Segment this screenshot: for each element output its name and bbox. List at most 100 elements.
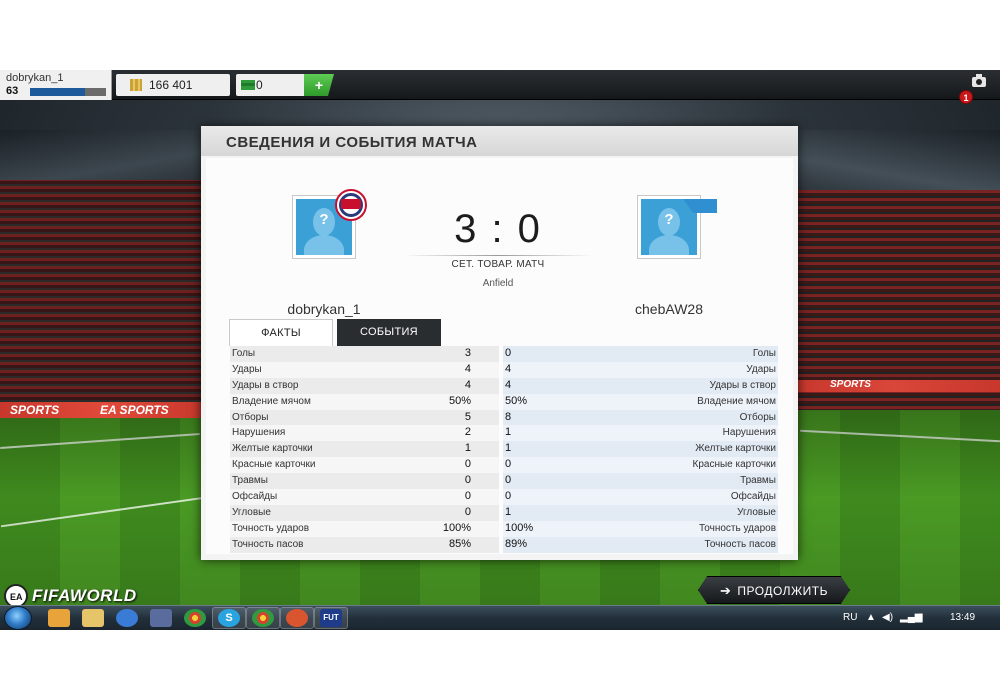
add-points-button[interactable]: +	[304, 74, 334, 96]
ad-text: SPORTS	[10, 403, 60, 417]
stat-label-home: Желтые карточки	[232, 443, 313, 455]
stat-value-away: 0	[505, 474, 512, 487]
stat-label-home: Красные карточки	[232, 459, 316, 471]
taskbar-skype[interactable]: S	[212, 607, 246, 629]
taskbar-app[interactable]	[280, 607, 314, 629]
stat-label-home: Угловые	[232, 506, 271, 518]
stat-label-away: Красные карточки	[692, 459, 776, 471]
stat-label-home: Отборы	[232, 411, 269, 423]
match-details-panel: СВЕДЕНИЯ И СОБЫТИЯ МАТЧА ? dobrykan_1 3 …	[201, 126, 798, 560]
stat-value-away: 0	[505, 347, 512, 359]
stat-label-home: Точность ударов	[232, 522, 310, 534]
stats-row: Отборы 5 8 Отборы	[230, 409, 778, 426]
start-button-icon[interactable]	[4, 606, 32, 630]
chrome-icon[interactable]	[184, 609, 206, 627]
player-name: dobrykan_1	[6, 72, 64, 84]
stat-label-away: Точность ударов	[698, 522, 776, 534]
stats-row: Офсайды 0 0 Офсайды	[230, 489, 778, 505]
stat-label-home: Нарушения	[232, 427, 286, 439]
stats-row: Удары в створ 4 4 Удары в створ	[230, 377, 778, 394]
taskbar-fut[interactable]: FUT	[314, 607, 348, 629]
stat-value-home: 100%	[442, 521, 471, 534]
volume-icon[interactable]: ◀)	[882, 612, 893, 623]
stat-value-away: 0	[505, 458, 512, 471]
panel-header: СВЕДЕНИЯ И СОБЫТИЯ МАТЧА	[201, 126, 798, 156]
taskbar-chrome[interactable]	[246, 607, 280, 629]
stats-cell-away: 100% Точность ударов	[503, 520, 778, 537]
stat-label-away: Владение мячом	[697, 395, 776, 407]
stats-cell-home: Травмы 0	[230, 473, 499, 490]
mail-icon[interactable]	[150, 609, 172, 627]
language-indicator[interactable]: RU	[843, 612, 857, 623]
coins-icon	[130, 79, 142, 91]
stat-value-away: 1	[505, 442, 512, 455]
stat-value-home: 5	[464, 410, 471, 423]
stats-cell-home: Красные карточки 0	[230, 457, 499, 474]
continue-button[interactable]: ➔ ПРОДОЛЖИТЬ	[698, 576, 850, 604]
ie-icon[interactable]	[116, 609, 138, 627]
stats-cell-home: Желтые карточки 1	[230, 441, 499, 458]
stats-row: Угловые 0 1 Угловые	[230, 504, 778, 521]
avatar-placeholder-icon: ?	[319, 211, 329, 228]
stats-row: Удары 4 4 Удары	[230, 361, 778, 378]
panel-title: СВЕДЕНИЯ И СОБЫТИЯ МАТЧА	[226, 134, 478, 151]
panel-body: ? dobrykan_1 3 : 0 СЕТ. ТОВАР. МАТЧ Anfi…	[206, 158, 793, 554]
stat-label-away: Голы	[752, 348, 776, 359]
windows-taskbar: S FUT RU ▲ ◀) ▂▄▆ ▮ 13:49	[0, 605, 1000, 630]
tray-expand-icon[interactable]: ▲	[866, 612, 876, 623]
stat-value-home: 0	[464, 458, 471, 471]
stat-label-away: Нарушения	[722, 427, 776, 439]
stat-value-home: 85%	[448, 537, 471, 550]
stats-cell-away: 0 Офсайды	[503, 489, 778, 505]
stats-cell-away: 50% Владение мячом	[503, 393, 778, 410]
explorer-icon[interactable]	[82, 609, 104, 627]
coins-display: 166 401	[116, 74, 230, 96]
stats-cell-home: Удары 4	[230, 361, 499, 378]
media-player-icon[interactable]	[48, 609, 70, 627]
stat-label-home: Офсайды	[232, 491, 278, 503]
stat-value-away: 4	[505, 362, 512, 375]
stat-label-away: Офсайды	[730, 491, 776, 503]
stats-row: Желтые карточки 1 1 Желтые карточки	[230, 441, 778, 458]
stat-value-home: 50%	[448, 394, 471, 407]
stat-label-away: Угловые	[737, 506, 776, 518]
stat-label-away: Удары	[746, 363, 776, 375]
stats-row: Точность пасов 85% 89% Точность пасов	[230, 536, 778, 553]
match-type: СЕТ. ТОВАР. МАТЧ	[403, 255, 593, 270]
points-display: 0	[236, 74, 306, 96]
stat-value-home: 0	[464, 505, 471, 518]
stat-value-away: 8	[505, 410, 512, 423]
stat-value-home: 0	[464, 490, 471, 503]
points-value: 0	[256, 78, 263, 92]
stat-value-away: 50%	[505, 394, 528, 407]
stats-cell-home: Точность пасов 85%	[230, 536, 499, 553]
battery-icon[interactable]: ▮	[918, 612, 924, 623]
stat-value-home: 4	[464, 378, 471, 391]
stats-row: Голы 3 0 Голы	[230, 346, 778, 362]
stat-value-home: 2	[464, 426, 471, 439]
stat-value-away: 89%	[505, 537, 528, 550]
coins-value: 166 401	[149, 78, 193, 92]
stat-value-away: 4	[505, 378, 512, 391]
stat-value-away: 100%	[505, 521, 534, 534]
xp-progress-fill	[30, 88, 85, 96]
stats-cell-away: 1 Желтые карточки	[503, 441, 778, 458]
stat-value-away: 1	[505, 426, 512, 439]
ad-text: EA SPORTS	[100, 403, 169, 417]
clock[interactable]: 13:49	[950, 612, 975, 623]
tab-events[interactable]: СОБЫТИЯ	[337, 319, 441, 346]
player-info[interactable]: dobrykan_1 63	[0, 70, 112, 100]
stat-label-away: Желтые карточки	[695, 443, 776, 455]
stats-cell-away: 0 Голы	[503, 346, 778, 362]
notification-badge[interactable]: 1	[959, 90, 973, 104]
app-icon	[286, 609, 308, 627]
camera-icon[interactable]	[972, 74, 986, 87]
tab-facts[interactable]: ФАКТЫ	[229, 319, 333, 346]
fifa-world-text: FIFAWORLD	[32, 586, 137, 605]
stats-row: Красные карточки 0 0 Красные карточки	[230, 457, 778, 474]
stats-cell-away: 4 Удары	[503, 361, 778, 378]
stat-label-away: Удары в створ	[709, 379, 777, 391]
top-bar: dobrykan_1 63 166 401 0 +	[0, 70, 1000, 100]
stats-cell-home: Отборы 5	[230, 409, 499, 426]
stat-value-home: 4	[464, 362, 471, 375]
